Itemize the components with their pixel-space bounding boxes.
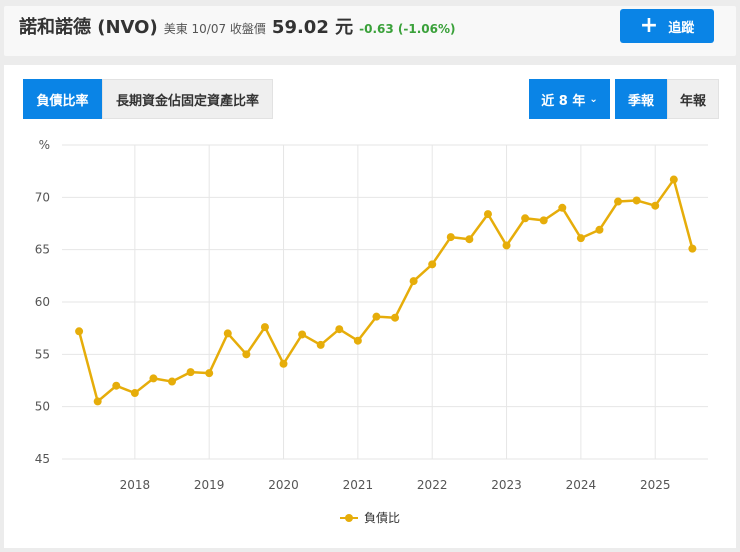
x-tick-label: 2021: [343, 478, 374, 492]
data-point: [521, 214, 530, 223]
data-point: [168, 377, 177, 386]
data-point: [223, 329, 232, 338]
data-point: [651, 201, 660, 210]
data-point: [632, 196, 641, 205]
data-point: [409, 277, 418, 286]
data-point: [316, 340, 325, 349]
data-point: [75, 327, 84, 336]
y-axis-unit: %: [39, 138, 50, 152]
data-point: [353, 336, 362, 345]
x-tick-label: 2023: [491, 478, 522, 492]
data-point: [112, 381, 121, 390]
x-tick-label: 2024: [566, 478, 597, 492]
data-point: [149, 374, 158, 383]
data-point: [130, 389, 139, 398]
data-point: [186, 368, 195, 377]
debt-ratio-chart: 45 50 55 60 65 70% 2018 2019 2020 2021 2022 2023 202…: [35, 138, 708, 492]
data-point: [465, 235, 474, 244]
series-line: [77, 178, 694, 403]
legend-marker-icon: [340, 513, 358, 522]
x-tick-label: 2025: [640, 478, 671, 492]
data-point: [93, 397, 102, 406]
y-tick-label: 45: [35, 452, 50, 466]
data-point: [391, 313, 400, 322]
data-point: [539, 216, 548, 225]
x-tick-label: 2022: [417, 478, 448, 492]
legend[interactable]: 負債比: [340, 509, 400, 526]
data-point: [335, 325, 344, 334]
data-point: [372, 312, 381, 321]
x-tick-label: 2018: [120, 478, 151, 492]
data-point: [614, 197, 623, 206]
data-point: [483, 210, 492, 219]
data-point: [428, 260, 437, 269]
data-point: [595, 225, 604, 234]
data-point: [446, 233, 455, 242]
data-point: [669, 175, 678, 184]
data-point: [205, 369, 214, 378]
data-point: [576, 234, 585, 243]
y-tick-label: 60: [35, 295, 50, 309]
data-point: [558, 203, 567, 212]
data-point: [260, 323, 269, 332]
data-point: [242, 350, 251, 359]
data-point: [298, 330, 307, 339]
y-tick-label: 70: [35, 190, 50, 204]
y-tick-label: 65: [35, 243, 50, 257]
y-tick-label: 50: [35, 400, 50, 414]
legend-label: 負債比: [364, 511, 401, 525]
data-point: [502, 241, 511, 250]
data-point: [688, 244, 697, 253]
x-tick-label: 2019: [194, 478, 225, 492]
x-tick-label: 2020: [268, 478, 299, 492]
y-tick-label: 55: [35, 347, 50, 361]
data-point: [279, 359, 288, 368]
